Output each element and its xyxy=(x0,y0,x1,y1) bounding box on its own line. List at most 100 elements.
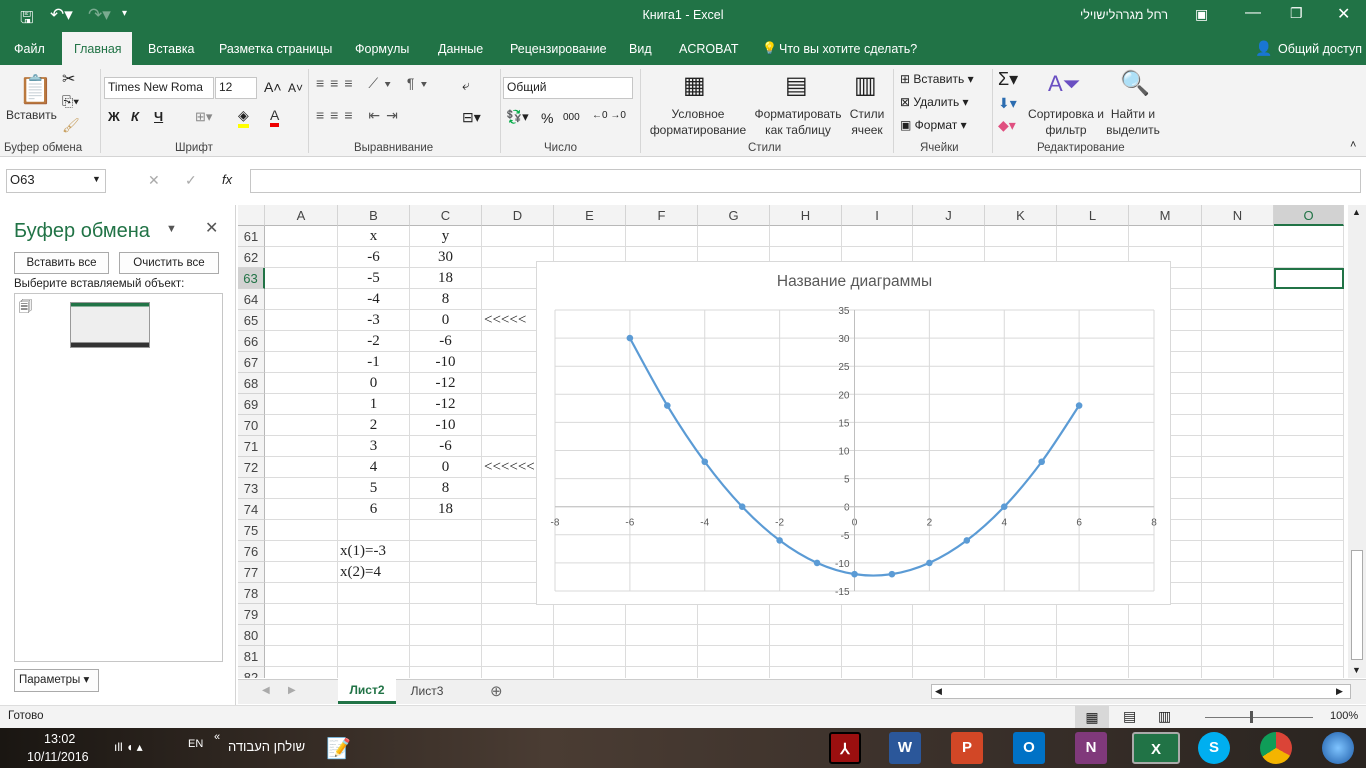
grow-font-icon[interactable]: A˄ xyxy=(264,79,282,95)
sheet-tab-list3[interactable]: Лист3 xyxy=(398,680,456,704)
column-header-G[interactable]: G xyxy=(698,205,770,226)
clear-icon[interactable]: ◆▾ xyxy=(998,117,1016,134)
merge-icon[interactable]: ⊟▾ xyxy=(462,109,481,126)
cell-L61[interactable] xyxy=(1057,226,1129,247)
cell-O80[interactable] xyxy=(1274,625,1344,646)
cell-A68[interactable] xyxy=(265,373,338,394)
tab-formulas[interactable]: Формулы xyxy=(343,32,421,65)
page-break-view-icon[interactable]: ▥ xyxy=(1158,708,1171,725)
cell-N72[interactable] xyxy=(1202,457,1274,478)
cell-C80[interactable] xyxy=(410,625,482,646)
underline-button[interactable]: Ч xyxy=(154,109,163,124)
cell-L82[interactable] xyxy=(1057,667,1129,678)
column-header-C[interactable]: C xyxy=(410,205,482,226)
cell-B66[interactable]: -2 xyxy=(338,331,410,352)
cell-A63[interactable] xyxy=(265,268,338,289)
tab-insert[interactable]: Вставка xyxy=(136,32,206,65)
borders-icon[interactable]: ⊞▾ xyxy=(195,109,212,125)
cell-K61[interactable] xyxy=(985,226,1057,247)
customize-qat-icon[interactable]: ▾ xyxy=(122,8,127,19)
clipboard-item-thumbnail[interactable] xyxy=(70,302,150,348)
cell-A67[interactable] xyxy=(265,352,338,373)
cell-C82[interactable] xyxy=(410,667,482,678)
cancel-icon[interactable]: ✕ xyxy=(148,172,160,189)
column-header-E[interactable]: E xyxy=(554,205,626,226)
vertical-scroll-thumb[interactable] xyxy=(1351,550,1363,660)
row-header-75[interactable]: 75 xyxy=(238,520,265,541)
cell-C76[interactable] xyxy=(410,541,482,562)
pane-menu-icon[interactable]: ▼ xyxy=(166,223,177,235)
cell-B77[interactable]: x(2)=4 xyxy=(338,562,410,583)
cell-N67[interactable] xyxy=(1202,352,1274,373)
row-header-73[interactable]: 73 xyxy=(238,478,265,499)
cell-J82[interactable] xyxy=(913,667,985,678)
conditional-format-button[interactable]: Условное форматирование xyxy=(643,106,753,138)
column-header-B[interactable]: B xyxy=(338,205,410,226)
cell-styles-icon[interactable]: ▥ xyxy=(854,71,877,100)
cell-D80[interactable] xyxy=(482,625,554,646)
tab-acrobat[interactable]: ACROBAT xyxy=(667,32,751,65)
language-indicator[interactable]: EN xyxy=(188,738,203,750)
number-format-select[interactable]: Общий xyxy=(503,77,633,99)
fill-icon[interactable]: ⬇▾ xyxy=(998,95,1017,112)
cell-O82[interactable] xyxy=(1274,667,1344,678)
cell-B80[interactable] xyxy=(338,625,410,646)
cell-N63[interactable] xyxy=(1202,268,1274,289)
conditional-format-icon[interactable]: ▦ xyxy=(683,71,706,100)
cell-O77[interactable] xyxy=(1274,562,1344,583)
cell-B68[interactable]: 0 xyxy=(338,373,410,394)
cell-E80[interactable] xyxy=(554,625,626,646)
format-painter-icon[interactable]: 🖌 xyxy=(62,117,80,134)
italic-button[interactable]: К xyxy=(131,109,139,124)
cell-O70[interactable] xyxy=(1274,415,1344,436)
cell-A82[interactable] xyxy=(265,667,338,678)
cell-C67[interactable]: -10 xyxy=(410,352,482,373)
format-table-button[interactable]: Форматировать как таблицу xyxy=(752,106,844,138)
currency-icon[interactable]: 💱▾ xyxy=(506,109,529,125)
tab-view[interactable]: Вид xyxy=(617,32,664,65)
close-icon[interactable]: ✕ xyxy=(1337,4,1350,24)
cell-D61[interactable] xyxy=(482,226,554,247)
cell-A73[interactable] xyxy=(265,478,338,499)
cell-A76[interactable] xyxy=(265,541,338,562)
cell-B62[interactable]: -6 xyxy=(338,247,410,268)
sort-filter-icon[interactable]: A⏷ xyxy=(1048,71,1080,97)
cell-C74[interactable]: 18 xyxy=(410,499,482,520)
name-box-dropdown-icon[interactable]: ▼ xyxy=(92,174,101,184)
cell-H79[interactable] xyxy=(770,604,842,625)
excel-icon[interactable]: X xyxy=(1132,732,1180,764)
cell-N80[interactable] xyxy=(1202,625,1274,646)
powerpoint-icon[interactable]: P xyxy=(951,732,983,764)
pane-close-icon[interactable]: ✕ xyxy=(205,218,218,238)
cell-O76[interactable] xyxy=(1274,541,1344,562)
zoom-slider-thumb[interactable] xyxy=(1250,711,1253,723)
cell-H82[interactable] xyxy=(770,667,842,678)
row-header-66[interactable]: 66 xyxy=(238,331,265,352)
cell-M80[interactable] xyxy=(1129,625,1202,646)
next-sheet-icon[interactable]: ▶ xyxy=(288,685,296,696)
percent-button[interactable]: % xyxy=(541,110,553,126)
cell-B64[interactable]: -4 xyxy=(338,289,410,310)
cell-B75[interactable] xyxy=(338,520,410,541)
find-select-button[interactable]: Найти и выделить xyxy=(1100,106,1166,138)
cell-N75[interactable] xyxy=(1202,520,1274,541)
cell-A74[interactable] xyxy=(265,499,338,520)
horizontal-align-icons[interactable]: ≡≡≡ ⇤⇥ xyxy=(316,107,404,124)
outlook-icon[interactable]: O xyxy=(1013,732,1045,764)
cell-E79[interactable] xyxy=(554,604,626,625)
wrap-text-icon[interactable]: ⤶ xyxy=(462,77,470,94)
cell-N65[interactable] xyxy=(1202,310,1274,331)
start-button[interactable] xyxy=(1322,732,1354,764)
tray-icons[interactable]: ıll ◖ ▴ xyxy=(114,740,143,754)
cell-N77[interactable] xyxy=(1202,562,1274,583)
cell-C63[interactable]: 18 xyxy=(410,268,482,289)
sheet-tab-list2[interactable]: Лист2 xyxy=(338,679,396,704)
copy-icon[interactable]: ⎘▾ xyxy=(62,93,79,110)
cell-B69[interactable]: 1 xyxy=(338,394,410,415)
column-header-N[interactable]: N xyxy=(1202,205,1274,226)
cell-C66[interactable]: -6 xyxy=(410,331,482,352)
cell-B78[interactable] xyxy=(338,583,410,604)
cell-C81[interactable] xyxy=(410,646,482,667)
tab-data[interactable]: Данные xyxy=(426,32,495,65)
insert-cells-button[interactable]: ⊞ Вставить ▾ xyxy=(900,72,974,86)
